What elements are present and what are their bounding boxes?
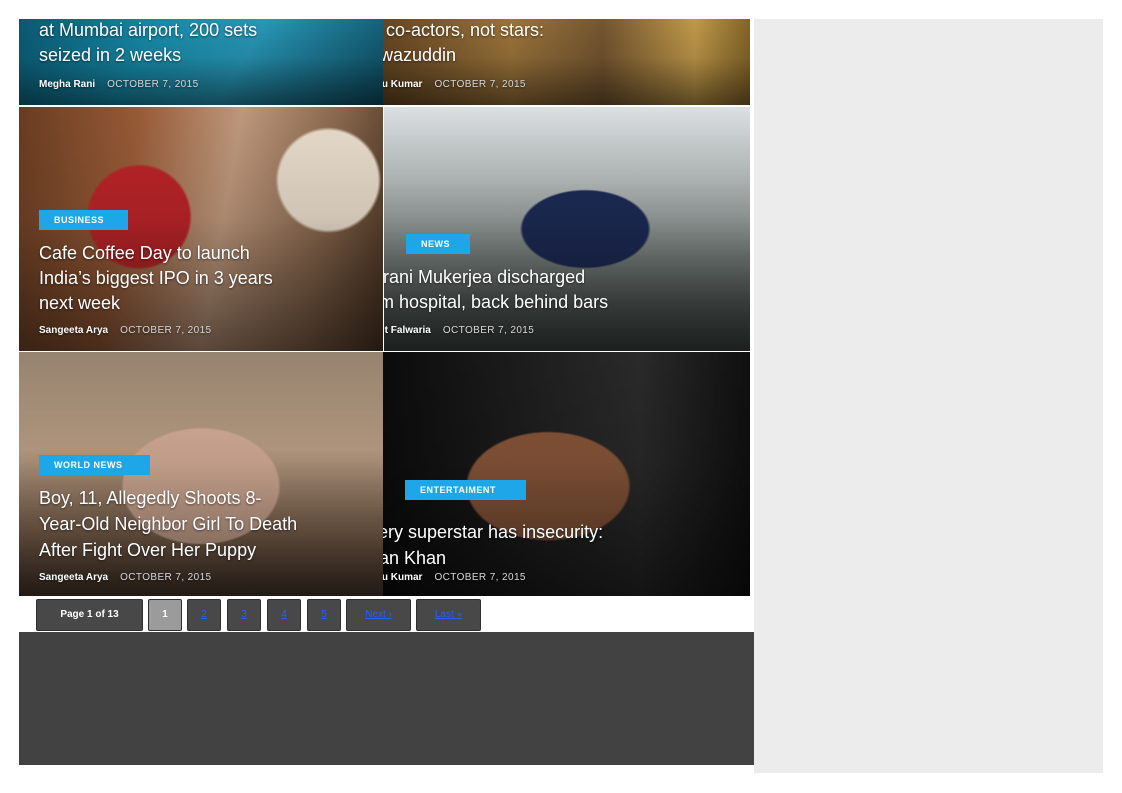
article-card[interactable]: WORLD NEWS Boy, 11, Allegedly Shoots 8- … bbox=[19, 352, 383, 596]
article-card[interactable]: my co-actors, not stars: Nawazuddin Sonu… bbox=[383, 19, 750, 105]
article-author[interactable]: Ankit Falwaria bbox=[384, 325, 431, 336]
article-title[interactable]: Cafe Coffee Day to launch India’s bigges… bbox=[39, 241, 369, 316]
article-date: OCTOBER 7, 2015 bbox=[434, 79, 526, 90]
article-meta: Sonu Kumar OCTOBER 7, 2015 bbox=[383, 79, 526, 90]
pagination-next-button[interactable]: Next › bbox=[346, 599, 411, 631]
article-title[interactable]: Boy, 11, Allegedly Shoots 8- Year-Old Ne… bbox=[39, 485, 369, 563]
article-grid: at Mumbai airport, 200 sets seized in 2 … bbox=[19, 19, 750, 596]
article-card[interactable]: at Mumbai airport, 200 sets seized in 2 … bbox=[19, 19, 383, 105]
article-meta: Sangeeta Arya OCTOBER 7, 2015 bbox=[39, 572, 212, 583]
pagination-info: Page 1 of 13 bbox=[36, 599, 143, 631]
pagination-last-button[interactable]: Last » bbox=[416, 599, 481, 631]
pagination-page-3[interactable]: 3 bbox=[227, 599, 261, 631]
pagination-current-page: 1 bbox=[148, 599, 182, 631]
article-meta: Sonu Kumar OCTOBER 7, 2015 bbox=[383, 572, 526, 583]
category-badge[interactable]: ENTERTAIMENT bbox=[405, 480, 526, 500]
article-date: OCTOBER 7, 2015 bbox=[107, 79, 199, 90]
category-badge[interactable]: NEWS bbox=[406, 234, 470, 254]
category-badge[interactable]: BUSINESS bbox=[39, 210, 128, 230]
article-title[interactable]: my co-actors, not stars: Nawazuddin bbox=[383, 19, 717, 68]
sidebar bbox=[754, 19, 1103, 773]
pagination: Page 1 of 13 1 2 3 4 5 Next › Last » bbox=[36, 599, 746, 631]
article-meta: Sangeeta Arya OCTOBER 7, 2015 bbox=[39, 325, 212, 336]
footer-area bbox=[19, 632, 754, 765]
article-date: OCTOBER 7, 2015 bbox=[120, 572, 212, 583]
article-card[interactable]: NEWS Indrani Mukerjea discharged from ho… bbox=[384, 107, 750, 351]
article-title[interactable]: Indrani Mukerjea discharged from hospita… bbox=[384, 265, 718, 315]
pagination-page-2[interactable]: 2 bbox=[187, 599, 221, 631]
article-card[interactable]: ENTERTAIMENT Every superstar has insecur… bbox=[383, 352, 750, 596]
article-title[interactable]: Every superstar has insecurity: Irrfan K… bbox=[383, 519, 717, 571]
pagination-page-4[interactable]: 4 bbox=[267, 599, 301, 631]
page: at Mumbai airport, 200 sets seized in 2 … bbox=[0, 0, 1122, 793]
article-author[interactable]: Sangeeta Arya bbox=[39, 572, 108, 583]
article-title[interactable]: at Mumbai airport, 200 sets seized in 2 … bbox=[39, 19, 369, 68]
article-date: OCTOBER 7, 2015 bbox=[120, 325, 212, 336]
article-date: OCTOBER 7, 2015 bbox=[434, 572, 526, 583]
article-date: OCTOBER 7, 2015 bbox=[442, 325, 535, 336]
article-author[interactable]: Sonu Kumar bbox=[383, 79, 422, 90]
article-author[interactable]: Sonu Kumar bbox=[383, 572, 422, 583]
article-author[interactable]: Sangeeta Arya bbox=[39, 325, 108, 336]
article-meta: Ankit Falwaria OCTOBER 7, 2015 bbox=[384, 325, 534, 336]
pagination-page-5[interactable]: 5 bbox=[307, 599, 341, 631]
article-author[interactable]: Megha Rani bbox=[39, 79, 95, 90]
main-content: at Mumbai airport, 200 sets seized in 2 … bbox=[19, 19, 754, 773]
article-meta: Megha Rani OCTOBER 7, 2015 bbox=[39, 79, 199, 90]
article-card[interactable]: BUSINESS Cafe Coffee Day to launch India… bbox=[19, 107, 383, 351]
category-badge[interactable]: WORLD NEWS bbox=[39, 455, 150, 475]
